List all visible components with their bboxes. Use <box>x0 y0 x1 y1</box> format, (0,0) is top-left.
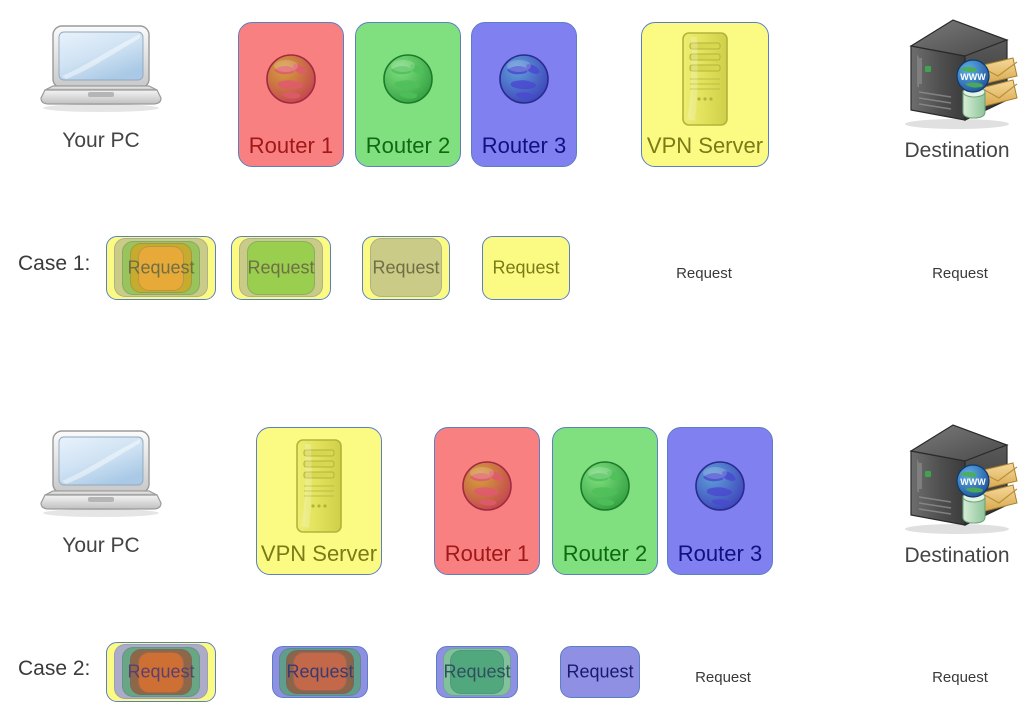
destination-server-icon: WWW <box>905 19 1018 129</box>
request-packet-packet-after-vpn: Request <box>676 265 732 282</box>
globe-icon <box>383 54 433 104</box>
node-destination[interactable]: WWW Destination <box>895 419 1019 568</box>
case-2-label: Case 2: <box>18 657 91 680</box>
node-router-2[interactable]: Router 2 <box>355 22 461 167</box>
node-label: Router 2 <box>562 541 648 566</box>
destination-server-icon: WWW <box>905 424 1018 534</box>
case-1-label: Case 1: <box>18 252 91 275</box>
destination-server-icon: WWW <box>895 419 1019 540</box>
node-your-pc[interactable]: Your PC <box>36 20 166 153</box>
node-label: Destination <box>904 544 1010 567</box>
request-packet-packet-after-router-1: Request <box>231 236 331 300</box>
node-vpn-server[interactable]: VPN Server <box>256 427 382 575</box>
globe-icon <box>472 23 576 135</box>
request-packet-packet-after-router-1: Request <box>436 646 518 698</box>
node-router-1[interactable]: Router 1 <box>434 427 540 575</box>
laptop-icon <box>36 20 166 125</box>
node-label: Router 1 <box>444 541 530 566</box>
request-packet-packet-after-router-2: Request <box>560 646 640 698</box>
node-router-3[interactable]: Router 3 <box>471 22 577 167</box>
node-label: Router 2 <box>365 133 451 158</box>
globe-icon <box>668 428 772 543</box>
packet-label: Request <box>127 257 195 278</box>
request-packet-packet-after-router-3: Request <box>695 669 751 686</box>
globe-icon <box>695 460 745 511</box>
packet-label: Request <box>247 257 315 278</box>
packet-label: Request <box>443 661 511 682</box>
globe-icon <box>499 54 549 104</box>
request-packet-packet-at-destination: Request <box>932 265 988 282</box>
node-label: Destination <box>904 139 1010 162</box>
server-tower-icon <box>682 32 728 126</box>
globe-icon <box>462 460 512 511</box>
server-tower-icon <box>257 428 381 543</box>
node-your-pc[interactable]: Your PC <box>36 425 166 558</box>
destination-server-icon: WWW <box>895 14 1019 135</box>
request-packet-packet-at-pc: Request <box>106 236 216 300</box>
node-router-1[interactable]: Router 1 <box>238 22 344 167</box>
svg-text:WWW: WWW <box>960 72 986 82</box>
node-label: Your PC <box>62 534 140 557</box>
node-vpn-server[interactable]: VPN Server <box>641 22 769 167</box>
request-packet-packet-at-destination: Request <box>932 669 988 686</box>
node-destination[interactable]: WWW Destination <box>895 14 1019 163</box>
packet-label: Request <box>127 661 195 682</box>
globe-icon <box>553 428 657 543</box>
node-label: VPN Server <box>646 133 764 158</box>
server-tower-icon <box>642 23 768 135</box>
node-label: Router 3 <box>677 541 763 566</box>
laptop-icon <box>40 430 162 517</box>
packet-label: Request <box>566 661 634 682</box>
globe-icon <box>580 460 630 511</box>
node-label: Router 3 <box>481 133 567 158</box>
globe-icon <box>239 23 343 135</box>
node-label: VPN Server <box>260 541 378 566</box>
node-label: Router 1 <box>248 133 334 158</box>
node-router-2[interactable]: Router 2 <box>552 427 658 575</box>
request-packet-packet-at-pc: Request <box>106 642 216 702</box>
laptop-icon <box>36 425 166 530</box>
request-packet-packet-after-router-2: Request <box>362 236 450 300</box>
svg-text:WWW: WWW <box>960 477 986 487</box>
packet-label: Request <box>372 257 440 278</box>
globe-icon <box>356 23 460 135</box>
node-router-3[interactable]: Router 3 <box>667 427 773 575</box>
node-label: Your PC <box>62 129 140 152</box>
packet-label: Request <box>492 257 560 278</box>
server-tower-icon <box>296 438 342 533</box>
request-packet-packet-after-router-3: Request <box>482 236 570 300</box>
packet-label: Request <box>286 661 354 682</box>
request-packet-packet-after-vpn: Request <box>272 646 368 698</box>
globe-icon <box>266 54 316 104</box>
globe-icon <box>435 428 539 543</box>
laptop-icon <box>40 25 162 112</box>
diagram-canvas: Case 1: Case 2: Your PC Router 1 Router … <box>0 0 1024 703</box>
